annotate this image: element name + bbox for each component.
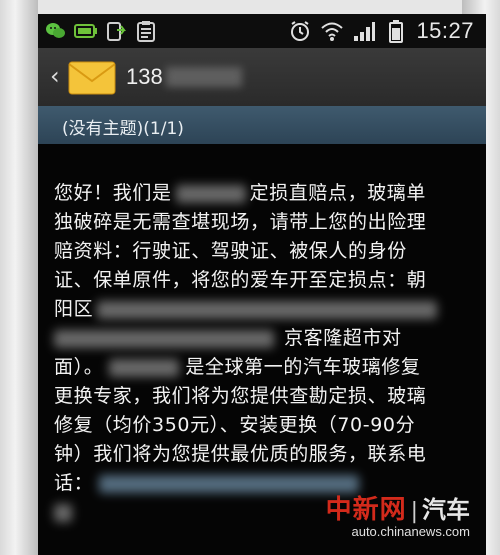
subject-bar: (没有主题)(1/1) (38, 106, 486, 144)
sender-number: 138 (126, 64, 163, 89)
message-text: 阳区 (54, 298, 94, 320)
message-text: 是全球第一的汽车玻璃修复 (185, 356, 421, 378)
message-line: 更换专家，我们将为您提供查勘定损、玻璃 (54, 382, 474, 411)
message-text: 钟）我们将为您提供最优质的服务，联系电 (54, 443, 427, 465)
conversation-header: ‹ 138 (38, 48, 486, 107)
clipboard-icon (134, 19, 158, 43)
envelope-icon (68, 61, 116, 99)
battery-icon (384, 19, 408, 43)
redacted-text (175, 184, 246, 203)
message-text: 独破碎是无需查堪现场，请带上您的出险理 (54, 211, 427, 233)
message-line: 京客隆超市对 (54, 324, 474, 353)
redacted-text (109, 358, 180, 377)
watermark-url: auto.chinanews.com (351, 524, 470, 539)
battery-saver-icon (74, 19, 98, 43)
watermark-brand: 中新网 (325, 495, 407, 525)
wechat-icon (44, 19, 68, 43)
phone-bezel-top (0, 0, 500, 14)
message-subject: (没有主题)(1/1) (62, 119, 184, 139)
message-text: 修复（均价350元）、安装更换（70-90分 (54, 414, 416, 436)
redacted-text (54, 503, 72, 522)
phone-bezel-left (0, 0, 38, 555)
redacted-phone (99, 474, 360, 493)
signal-icon (352, 19, 376, 43)
message-line: 独破碎是无需查堪现场，请带上您的出险理 (54, 208, 474, 237)
watermark-section: 汽车 (422, 496, 470, 524)
redacted-number (166, 67, 242, 87)
message-line: 修复（均价350元）、安装更换（70-90分 (54, 411, 474, 440)
message-text: 面）。 (54, 356, 104, 378)
update-icon (104, 19, 128, 43)
message-line: 阳区 (54, 295, 474, 324)
message-text: 您好！我们是 (54, 182, 172, 204)
watermark: 中新网 | 汽车 auto.chinanews.com (326, 489, 470, 539)
message-line: 证、保单原件，将您的爱车开至定损点：朝 (54, 266, 474, 295)
back-icon[interactable]: ‹ (50, 62, 60, 90)
phone-screen: 15:27 ‹ 138 (没有主题)(1/1) 您好！我们是 定损直赔点，玻璃单 … (38, 14, 486, 555)
alarm-icon (288, 19, 312, 43)
watermark-separator: | (410, 499, 418, 524)
message-text: 话： (54, 472, 94, 494)
message-line: 赔资料：行驶证、驾驶证、被保人的身份 (54, 237, 474, 266)
wifi-icon (320, 19, 344, 43)
message-text: 定损直赔点，玻璃单 (249, 182, 427, 204)
redacted-text (97, 300, 438, 319)
clock: 15:27 (416, 18, 474, 43)
message-text: 证、保单原件，将您的爱车开至定损点：朝 (54, 269, 427, 291)
message-text: 更换专家，我们将为您提供查勘定损、玻璃 (54, 385, 427, 407)
redacted-text (54, 329, 274, 348)
message-text: 赔资料：行驶证、驾驶证、被保人的身份 (54, 240, 407, 262)
message-line: 钟）我们将为您提供最优质的服务，联系电 (54, 440, 474, 469)
message-line: 面）。 是全球第一的汽车玻璃修复 (54, 353, 474, 382)
status-bar: 15:27 (38, 14, 486, 48)
message-body: 您好！我们是 定损直赔点，玻璃单 独破碎是无需查堪现场，请带上您的出险理 赔资料：… (54, 179, 474, 527)
message-text: 京客隆超市对 (284, 327, 402, 349)
message-line: 您好！我们是 定损直赔点，玻璃单 (54, 179, 474, 208)
